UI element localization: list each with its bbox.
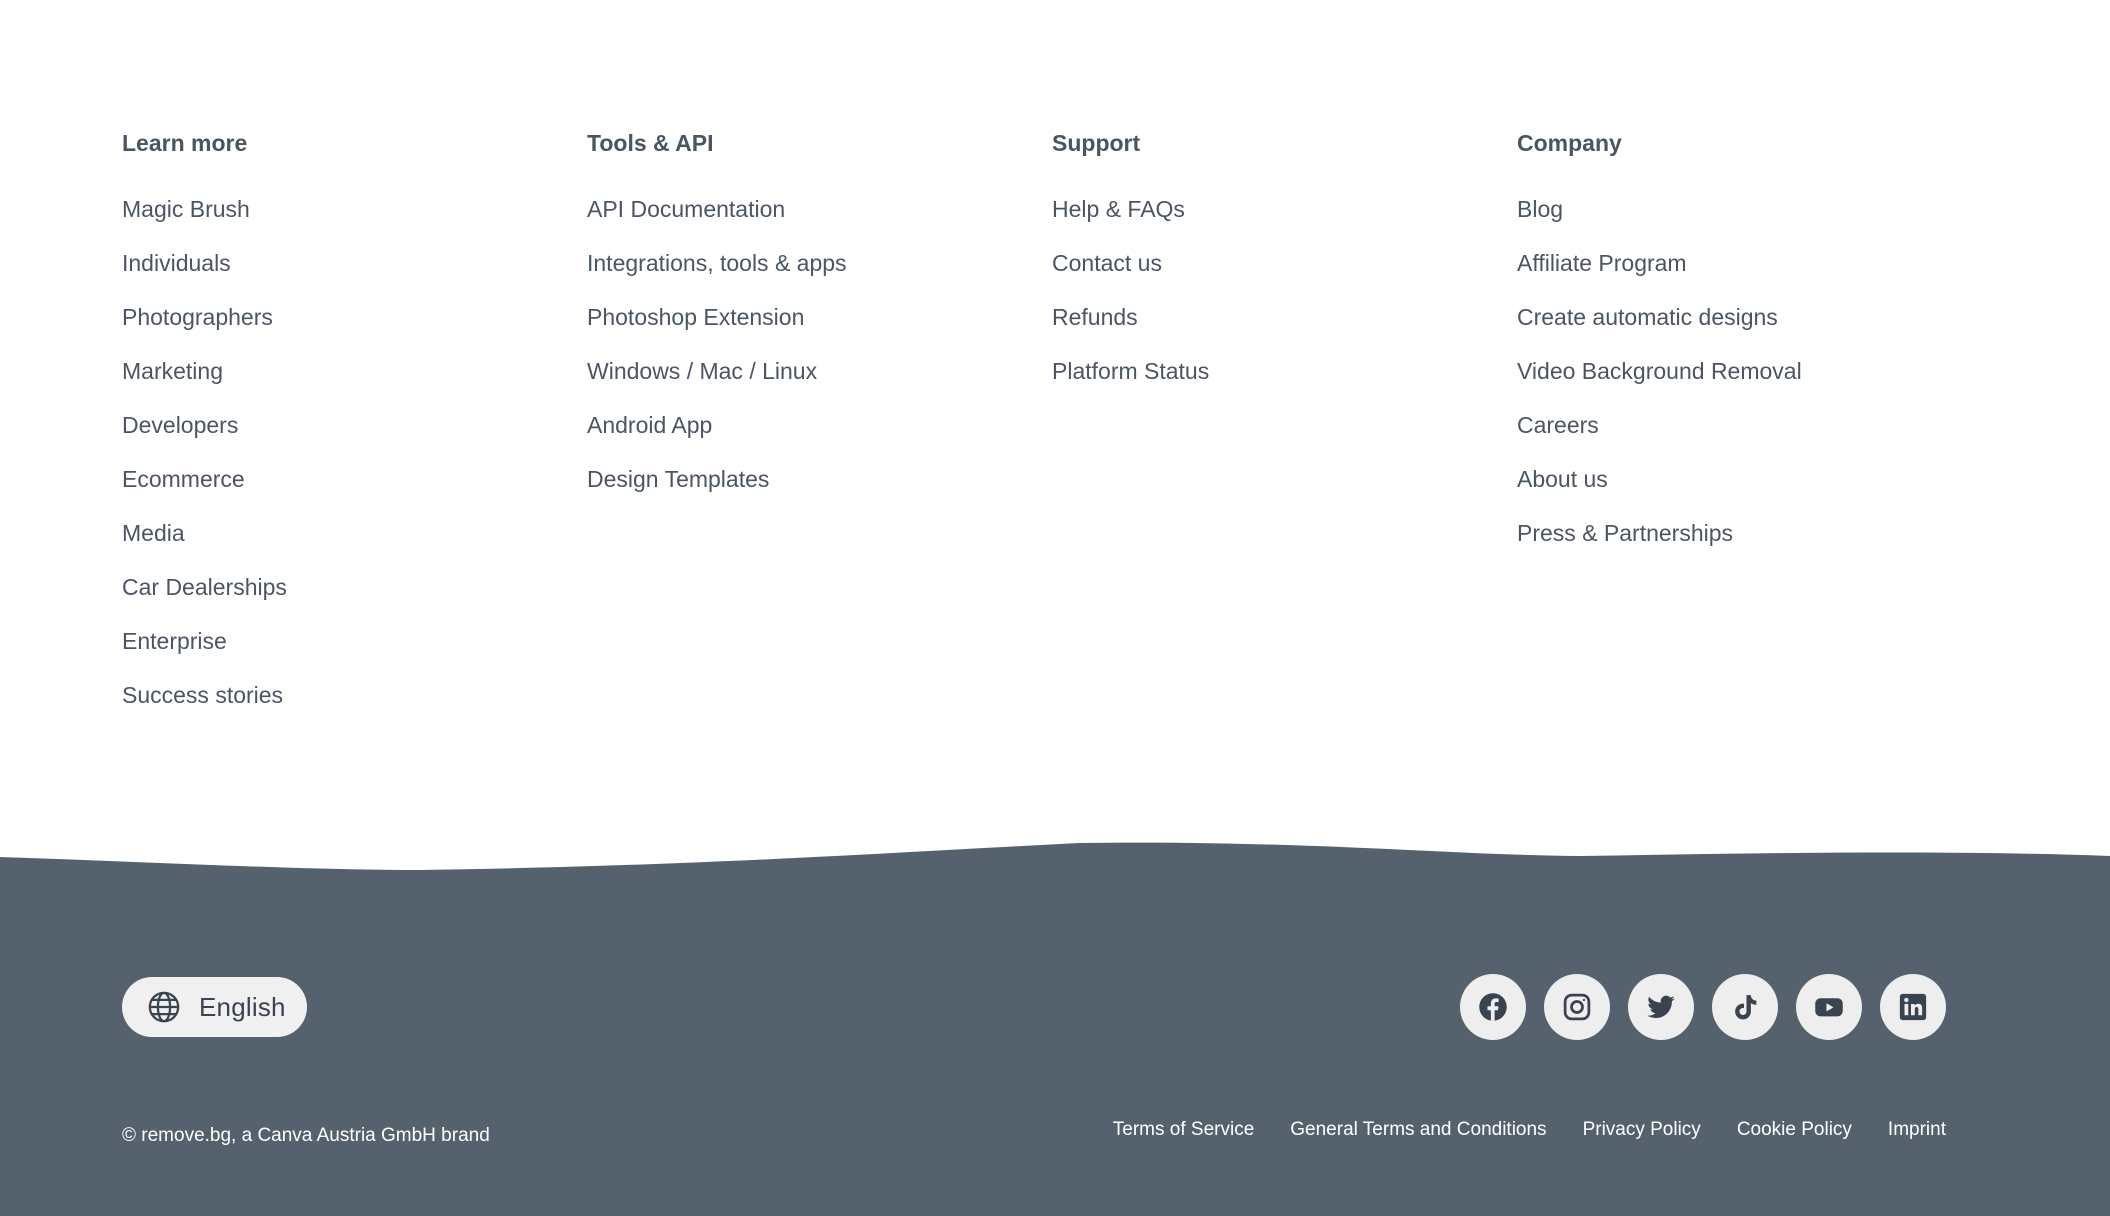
list-item: Windows / Mac / Linux — [587, 356, 1052, 410]
footer-link[interactable]: Press & Partnerships — [1517, 520, 1733, 546]
link-list: Blog Affiliate Program Create automatic … — [1517, 194, 1982, 572]
footer-link[interactable]: Car Dealerships — [122, 574, 287, 600]
list-item: Design Templates — [587, 464, 1052, 518]
legal-link-general-terms[interactable]: General Terms and Conditions — [1290, 1118, 1546, 1142]
legal-link-privacy-policy[interactable]: Privacy Policy — [1583, 1118, 1701, 1142]
link-list: Help & FAQs Contact us Refunds Platform … — [1052, 194, 1517, 410]
youtube-icon — [1815, 998, 1843, 1017]
footer-link[interactable]: Media — [122, 520, 185, 546]
footer-link[interactable]: About us — [1517, 466, 1608, 492]
social-links — [1460, 974, 1946, 1040]
list-item: Photographers — [122, 302, 587, 356]
list-item: Help & FAQs — [1052, 194, 1517, 248]
footer-link[interactable]: Refunds — [1052, 304, 1138, 330]
footer-link[interactable]: Create automatic designs — [1517, 304, 1778, 330]
list-item: Video Background Removal — [1517, 356, 1982, 410]
footer-link[interactable]: Photographers — [122, 304, 273, 330]
footer-link[interactable]: API Documentation — [587, 196, 785, 222]
footer-page: Learn more Magic Brush Individuals Photo… — [0, 0, 2110, 1216]
footer-link[interactable]: Android App — [587, 412, 712, 438]
list-item: Magic Brush — [122, 194, 587, 248]
footer-link[interactable]: Photoshop Extension — [587, 304, 804, 330]
footer-link[interactable]: Design Templates — [587, 466, 769, 492]
footer-link[interactable]: Windows / Mac / Linux — [587, 358, 817, 384]
list-item: Photoshop Extension — [587, 302, 1052, 356]
footer-link[interactable]: Platform Status — [1052, 358, 1209, 384]
footer-link[interactable]: Marketing — [122, 358, 223, 384]
linkedin-button[interactable] — [1880, 974, 1946, 1040]
list-item: Car Dealerships — [122, 572, 587, 626]
list-item: Integrations, tools & apps — [587, 248, 1052, 302]
footer-link[interactable]: Integrations, tools & apps — [587, 250, 847, 276]
list-item: Blog — [1517, 194, 1982, 248]
column-title: Learn more — [122, 130, 248, 156]
column-title: Company — [1517, 130, 1622, 156]
legal-link-terms-of-service[interactable]: Terms of Service — [1113, 1118, 1254, 1142]
column-title: Support — [1052, 130, 1141, 156]
list-item: Ecommerce — [122, 464, 587, 518]
list-item: Android App — [587, 410, 1052, 464]
footer-link[interactable]: Contact us — [1052, 250, 1162, 276]
globe-icon — [148, 991, 180, 1023]
tiktok-button[interactable] — [1712, 974, 1778, 1040]
list-item: Enterprise — [122, 626, 587, 680]
footer-link[interactable]: Individuals — [122, 250, 231, 276]
footer-link[interactable]: Help & FAQs — [1052, 196, 1185, 222]
footer-link[interactable]: Careers — [1517, 412, 1599, 438]
twitter-icon — [1647, 995, 1675, 1019]
instagram-icon — [1563, 993, 1591, 1021]
legal-link-cookie-policy[interactable]: Cookie Policy — [1737, 1118, 1852, 1142]
footer-link[interactable]: Success stories — [122, 682, 283, 708]
list-item: API Documentation — [587, 194, 1052, 248]
list-item: Press & Partnerships — [1517, 518, 1982, 572]
footer-link[interactable]: Affiliate Program — [1517, 250, 1687, 276]
footer-column-learn-more: Learn more Magic Brush Individuals Photo… — [122, 128, 587, 734]
list-item: About us — [1517, 464, 1982, 518]
youtube-button[interactable] — [1796, 974, 1862, 1040]
footer-link[interactable]: Developers — [122, 412, 238, 438]
list-item: Contact us — [1052, 248, 1517, 302]
facebook-button[interactable] — [1460, 974, 1526, 1040]
tiktok-icon — [1735, 995, 1757, 1020]
copyright-text: © remove.bg, a Canva Austria GmbH brand — [122, 1125, 490, 1146]
list-item: Marketing — [122, 356, 587, 410]
footer-link[interactable]: Magic Brush — [122, 196, 250, 222]
legal-links: Terms of Service General Terms and Condi… — [1113, 1118, 1946, 1142]
list-item: Platform Status — [1052, 356, 1517, 410]
list-item: Careers — [1517, 410, 1982, 464]
legal-link-imprint[interactable]: Imprint — [1888, 1118, 1946, 1142]
footer-link-columns: Learn more Magic Brush Individuals Photo… — [122, 128, 1988, 734]
footer-link[interactable]: Ecommerce — [122, 466, 245, 492]
list-item: Developers — [122, 410, 587, 464]
instagram-button[interactable] — [1544, 974, 1610, 1040]
link-list: API Documentation Integrations, tools & … — [587, 194, 1052, 518]
column-title: Tools & API — [587, 130, 714, 156]
footer-bottom-bar — [0, 880, 2110, 1216]
footer-column-support: Support Help & FAQs Contact us Refunds P… — [1052, 128, 1517, 734]
footer-link[interactable]: Video Background Removal — [1517, 358, 1802, 384]
list-item: Refunds — [1052, 302, 1517, 356]
list-item: Individuals — [122, 248, 587, 302]
footer-column-tools-api: Tools & API API Documentation Integratio… — [587, 128, 1052, 734]
facebook-icon — [1479, 993, 1507, 1021]
footer-column-company: Company Blog Affiliate Program Create au… — [1517, 128, 1982, 734]
twitter-button[interactable] — [1628, 974, 1694, 1040]
footer-link[interactable]: Enterprise — [122, 628, 227, 654]
footer-link[interactable]: Blog — [1517, 196, 1563, 222]
list-item: Create automatic designs — [1517, 302, 1982, 356]
linkedin-icon — [1899, 993, 1927, 1021]
language-selector-button[interactable]: English — [122, 977, 307, 1037]
language-label: English — [199, 991, 286, 1022]
list-item: Success stories — [122, 680, 587, 734]
list-item: Affiliate Program — [1517, 248, 1982, 302]
list-item: Media — [122, 518, 587, 572]
link-list: Magic Brush Individuals Photographers Ma… — [122, 194, 587, 734]
